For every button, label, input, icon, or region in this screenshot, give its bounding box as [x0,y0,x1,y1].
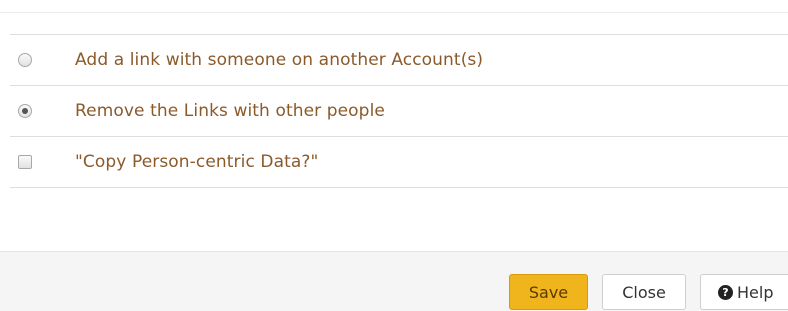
save-button[interactable]: Save [509,274,588,310]
remove-links-label: Remove the Links with other people [75,101,385,121]
close-button[interactable]: Close [602,274,686,310]
question-circle-icon: ? [718,284,733,300]
option-copy-data[interactable]: "Copy Person-centric Data?" [10,137,788,188]
copy-data-label: "Copy Person-centric Data?" [75,152,319,172]
copy-data-checkbox[interactable] [18,155,32,169]
add-link-label: Add a link with someone on another Accou… [75,50,484,70]
option-add-link[interactable]: Add a link with someone on another Accou… [10,35,788,86]
remove-links-radio[interactable] [18,104,32,118]
dialog-footer: Save Close ? Help [0,251,788,311]
dialog: Add a link with someone on another Accou… [0,0,788,311]
help-button[interactable]: ? Help [700,274,788,310]
options-list: Add a link with someone on another Accou… [10,34,788,188]
dialog-top-strip [0,0,788,13]
add-link-radio[interactable] [18,53,32,67]
option-remove-links[interactable]: Remove the Links with other people [10,86,788,137]
help-label: Help [737,282,774,302]
